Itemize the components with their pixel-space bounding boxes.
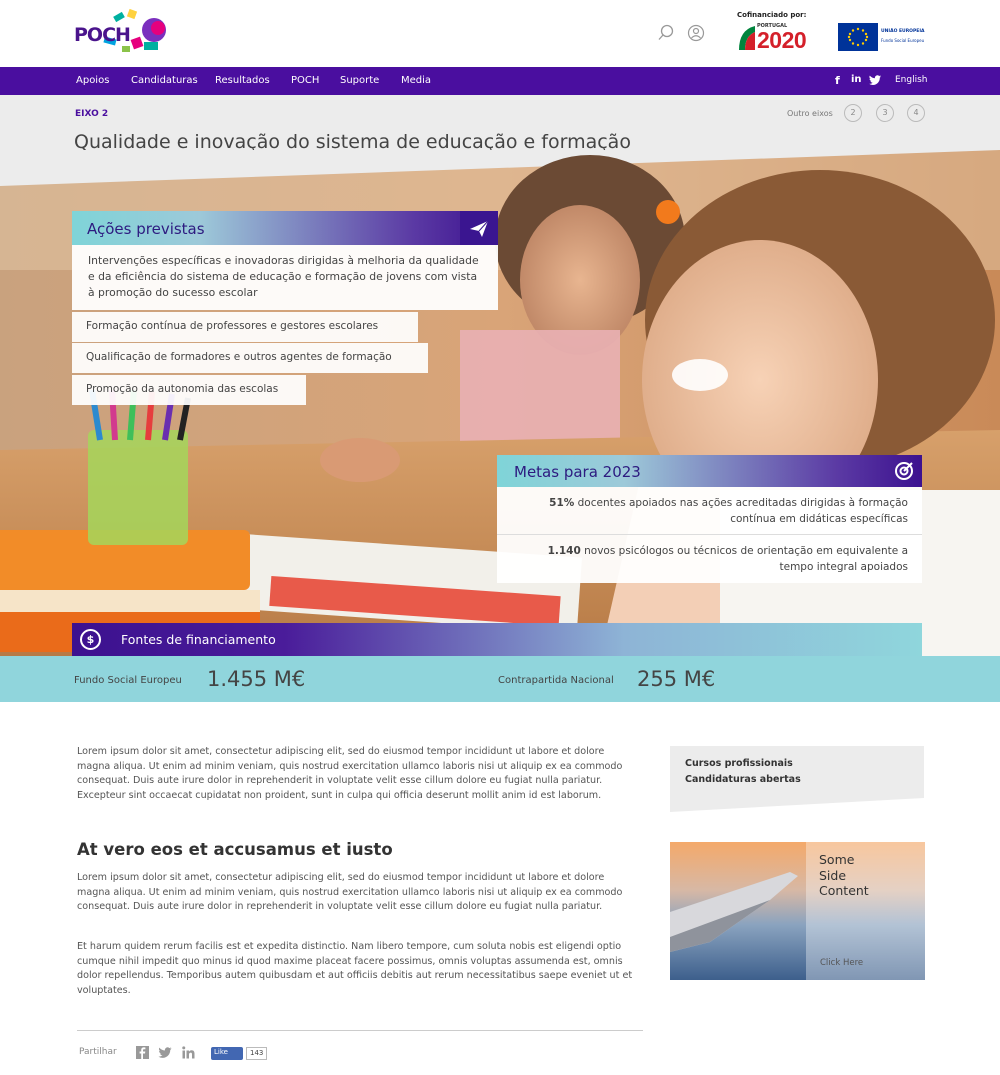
poch-logo[interactable]: POCH: [74, 8, 168, 58]
body-paragraph: Lorem ipsum dolor sit amet, consectetur …: [77, 746, 623, 801]
section-heading: At vero eos et accusamus et iusto: [77, 840, 393, 859]
metas-text: docentes apoiados nas ações acreditadas …: [574, 497, 908, 525]
target-icon: [895, 462, 913, 480]
eu-logo[interactable]: UNIÃO EUROPEIA Fundo Social Europeu: [838, 23, 928, 51]
fse-funding-label: Fundo Social Europeu: [74, 675, 182, 686]
search-icon[interactable]: [657, 24, 675, 42]
nav-item-poch[interactable]: POCH: [291, 75, 319, 86]
facebook-share-icon[interactable]: [136, 1046, 149, 1059]
user-icon[interactable]: [687, 24, 705, 42]
portugal-year: 2020: [757, 27, 807, 53]
twitter-icon[interactable]: [869, 75, 881, 86]
linkedin-share-icon[interactable]: [182, 1046, 195, 1059]
metas-title: Metas para 2023: [514, 463, 641, 481]
linkedin-icon[interactable]: in: [851, 74, 862, 85]
axis-link-4[interactable]: 4: [907, 104, 925, 122]
site-header: POCH Cofinanciado por: PORTUGAL 2020 UNI…: [0, 0, 1000, 67]
airplane-wing-image: [670, 842, 925, 980]
facebook-like-button[interactable]: Like: [211, 1047, 243, 1060]
eixo-label: EIXO 2: [75, 109, 109, 119]
body-paragraph: Lorem ipsum dolor sit amet, consectetur …: [77, 872, 623, 913]
national-funding-label: Contrapartida Nacional: [498, 675, 614, 686]
metas-item: 1.140 novos psicólogos ou técnicos de or…: [497, 535, 922, 583]
promo-line: Side: [819, 867, 847, 883]
like-label: Like: [214, 1048, 228, 1056]
side-promo[interactable]: Some Side Content Click Here: [670, 842, 925, 980]
sidebar-link-cursos[interactable]: Cursos profissionais: [685, 758, 793, 769]
like-count: 143: [246, 1047, 268, 1060]
metas-value: 1.140: [547, 545, 581, 557]
nav-item-resultados[interactable]: Resultados: [215, 75, 270, 86]
metas-item: 51% docentes apoiados nas ações acredita…: [497, 487, 922, 535]
nav-item-candidaturas[interactable]: Candidaturas: [131, 75, 198, 86]
fontes-header: $ Fontes de financiamento: [72, 623, 922, 656]
nav-item-suporte[interactable]: Suporte: [340, 75, 379, 86]
language-switch[interactable]: English: [895, 75, 928, 85]
portugal-mark-icon: [739, 26, 755, 50]
axis-link-3[interactable]: 3: [876, 104, 894, 122]
other-axes-label: Outro eixos: [787, 109, 833, 118]
eu-flag-icon: [838, 23, 878, 51]
acoes-header: Ações previstas: [72, 211, 498, 245]
sidebar-link-candidaturas[interactable]: Candidaturas abertas: [685, 774, 801, 785]
acoes-item[interactable]: Formação contínua de professores e gesto…: [72, 312, 418, 342]
slant-decoration: [670, 798, 924, 812]
nav-item-media[interactable]: Media: [401, 75, 431, 86]
cofinanciado-label: Cofinanciado por:: [737, 11, 807, 19]
acoes-item[interactable]: Qualificação de formadores e outros agen…: [72, 343, 428, 373]
share-label: Partilhar: [79, 1047, 117, 1057]
axis-link-2[interactable]: 2: [844, 104, 862, 122]
promo-text: Some Side Content: [819, 852, 869, 899]
dollar-icon: $: [80, 629, 101, 650]
fse-funding-value: 1.455 M€: [207, 667, 306, 691]
metas-value: 51%: [549, 497, 575, 509]
acoes-description: Intervenções específicas e inovadoras di…: [72, 245, 498, 310]
eu-label: UNIÃO EUROPEIA: [881, 29, 925, 34]
acoes-item[interactable]: Promoção da autonomia das escolas: [72, 375, 306, 405]
acoes-title: Ações previstas: [87, 220, 205, 238]
metas-header: Metas para 2023: [497, 455, 922, 487]
twitter-share-icon[interactable]: [158, 1047, 172, 1059]
logo-text: POCH: [74, 24, 131, 46]
facebook-icon[interactable]: f: [835, 74, 840, 87]
promo-line: Content: [819, 883, 869, 898]
national-funding-value: 255 M€: [637, 667, 716, 691]
fse-label: Fundo Social Europeu: [881, 38, 925, 43]
body-paragraph: Et harum quidem rerum facilis est et exp…: [77, 941, 633, 996]
sidebar-links: Cursos profissionais Candidaturas aberta…: [670, 746, 924, 812]
main-nav: Apoios Candidaturas Resultados POCH Supo…: [0, 67, 1000, 95]
promo-line: Some: [819, 852, 855, 867]
divider: [77, 1030, 643, 1031]
paper-plane-icon: [460, 211, 498, 245]
nav-item-apoios[interactable]: Apoios: [76, 75, 109, 86]
fontes-title: Fontes de financiamento: [121, 632, 276, 647]
metas-text: novos psicólogos ou técnicos de orientaç…: [580, 545, 908, 573]
promo-click-here[interactable]: Click Here: [820, 958, 863, 968]
portugal-2020-logo[interactable]: PORTUGAL 2020: [737, 22, 825, 52]
